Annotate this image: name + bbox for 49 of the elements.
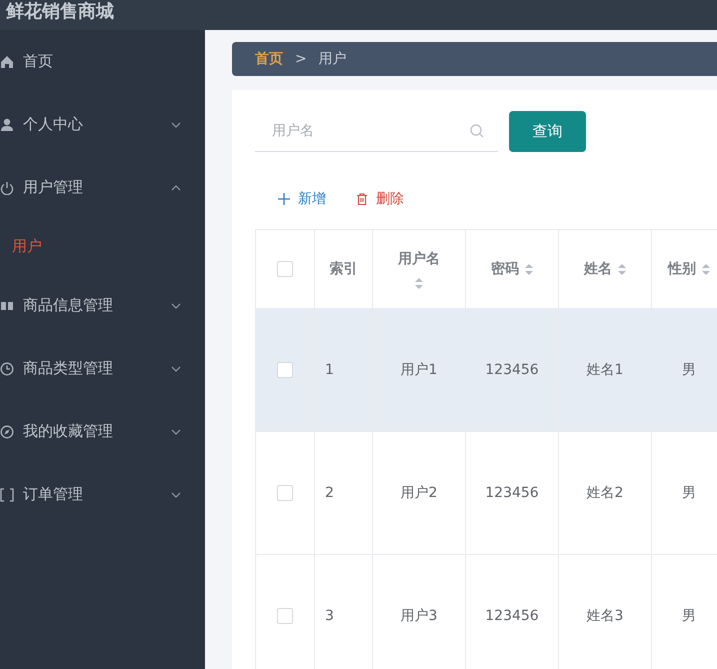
column-header[interactable]: 姓名	[584, 260, 612, 278]
user-icon	[0, 118, 14, 132]
sidebar-item[interactable]: 我的收藏管理	[0, 400, 205, 463]
table-cell: 姓名2	[586, 485, 624, 501]
breadcrumb-link[interactable]: 用户	[318, 50, 347, 68]
sidebar-item[interactable]: 用户管理	[0, 156, 205, 219]
home-icon	[0, 54, 14, 68]
compass-icon	[0, 424, 14, 438]
breadcrumb-link[interactable]: 首页	[255, 50, 283, 68]
checkbox[interactable]	[277, 362, 293, 378]
sidebar-item[interactable]: 订单管理	[0, 463, 205, 526]
table-cell: 123456	[485, 608, 539, 624]
add-button[interactable]: 新增	[278, 190, 326, 208]
sidebar-item[interactable]: 商品类型管理	[0, 337, 205, 400]
column-header[interactable]: 用户名	[398, 250, 440, 268]
column-header[interactable]: 性别	[668, 260, 696, 278]
table-cell: 男	[682, 362, 696, 378]
app-title: 鲜花销售商城	[6, 2, 114, 24]
table-cell: 男	[682, 608, 696, 624]
trash-icon	[356, 193, 368, 205]
table-cell: 男	[682, 485, 696, 501]
sidebar-item[interactable]: 商品信息管理	[0, 274, 205, 337]
search-button[interactable]: 查询	[509, 110, 586, 152]
bracket-icon	[0, 488, 14, 502]
table-cell: 3	[325, 608, 334, 624]
checkbox[interactable]	[277, 608, 293, 624]
plus-icon	[278, 193, 290, 205]
table-cell: 2	[325, 485, 334, 501]
column-header[interactable]: 索引	[330, 260, 358, 278]
table-cell: 用户1	[400, 362, 438, 378]
delete-button[interactable]: 删除	[356, 190, 404, 208]
column-header[interactable]: 密码	[491, 260, 519, 278]
search-field[interactable]: 用户名	[255, 110, 498, 152]
clock-icon	[0, 362, 14, 376]
table-cell: 用户2	[400, 485, 438, 501]
sidebar-item[interactable]: 首页	[0, 30, 205, 93]
table-cell: 用户3	[400, 608, 438, 624]
table-cell: 123456	[485, 485, 539, 501]
checkbox[interactable]	[277, 485, 293, 501]
sidebar-subitem[interactable]: 用户	[0, 219, 42, 274]
table-cell: 姓名1	[586, 362, 624, 378]
table-cell: 姓名3	[586, 608, 624, 624]
search-icon	[470, 124, 484, 138]
power-icon	[0, 180, 14, 194]
breadcrumb-separator: >	[295, 51, 307, 67]
table-cell: 123456	[485, 362, 539, 378]
checkbox[interactable]	[277, 261, 293, 277]
sidebar-item[interactable]: 个人中心	[0, 93, 205, 156]
table-cell: 1	[325, 362, 334, 378]
